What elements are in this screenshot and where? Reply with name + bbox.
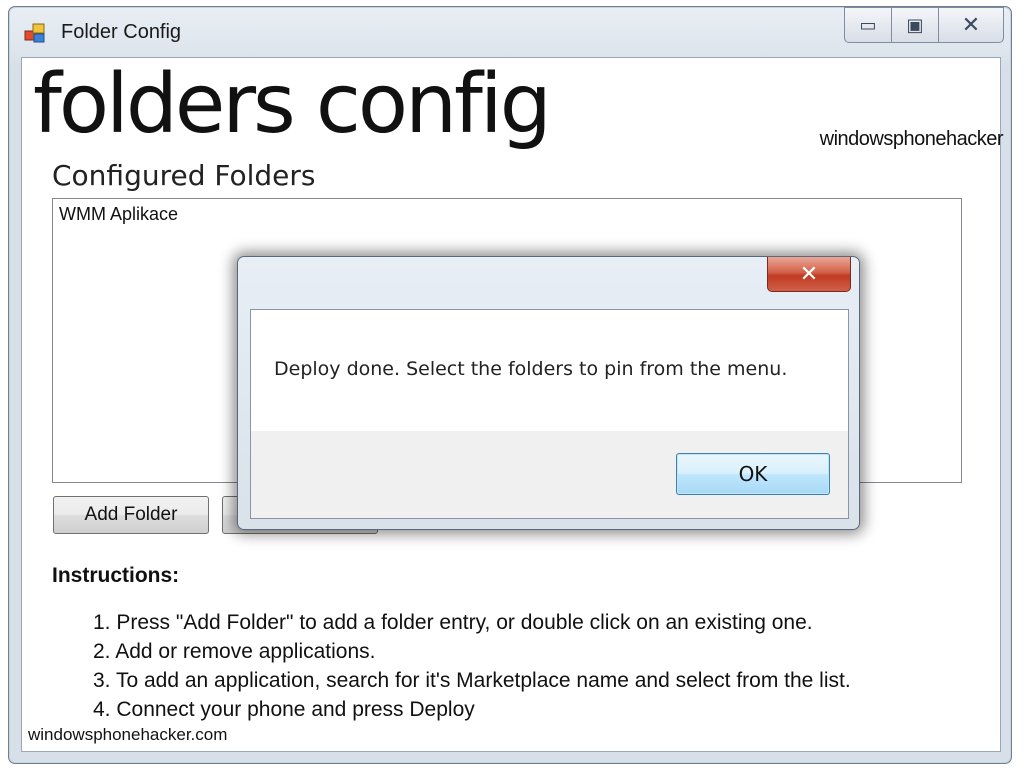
dialog-message: Deploy done. Select the folders to pin f…	[274, 358, 788, 380]
dialog-body: Deploy done. Select the folders to pin f…	[250, 309, 849, 519]
add-folder-button[interactable]: Add Folder	[53, 496, 209, 534]
configured-folders-heading: Configured Folders	[52, 159, 316, 192]
instruction-step: 4. Connect your phone and press Deploy	[93, 698, 475, 721]
maximize-icon: ▣	[906, 14, 924, 36]
close-icon: ✕	[961, 12, 981, 38]
window-caption-buttons: ▭ ▣ ✕	[844, 7, 1004, 43]
window-title: Folder Config	[61, 21, 182, 43]
minimize-button[interactable]: ▭	[844, 7, 891, 43]
instruction-step: 3. To add an application, search for it'…	[93, 669, 851, 692]
app-window-icon	[24, 23, 45, 43]
close-icon: ✕	[799, 261, 819, 287]
page-title: folders config	[33, 57, 552, 152]
dialog-close-button[interactable]: ✕	[767, 257, 851, 292]
instructions-list: 1. Press "Add Folder" to add a folder en…	[93, 608, 851, 724]
close-button[interactable]: ✕	[938, 7, 1004, 43]
message-dialog: ✕ Deploy done. Select the folders to pin…	[237, 256, 860, 530]
maximize-button[interactable]: ▣	[891, 7, 938, 43]
dialog-footer: OK	[251, 431, 848, 518]
brand-label: windowsphonehacker	[819, 128, 1004, 150]
minimize-icon: ▭	[859, 14, 877, 36]
instructions-heading: Instructions:	[52, 564, 180, 587]
footer-link[interactable]: windowsphonehacker.com	[28, 725, 227, 745]
instruction-step: 2. Add or remove applications.	[93, 640, 376, 663]
ok-button[interactable]: OK	[676, 453, 830, 495]
list-item[interactable]: WMM Aplikace	[59, 204, 178, 225]
instruction-step: 1. Press "Add Folder" to add a folder en…	[93, 611, 813, 634]
